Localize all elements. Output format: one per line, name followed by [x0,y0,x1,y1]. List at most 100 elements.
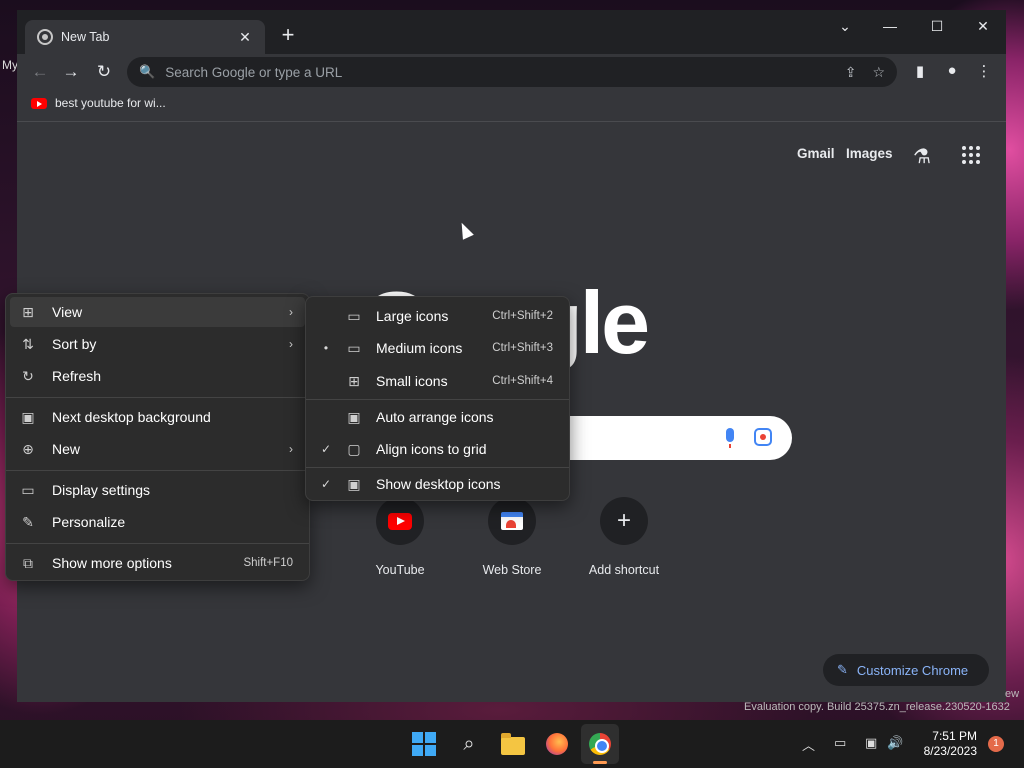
menu-label: Refresh [52,368,102,384]
windows-logo-icon [412,732,436,756]
forward-button[interactable]: → [60,62,82,82]
menu-divider [306,467,569,468]
menu-divider [6,543,309,544]
menu-label: Large icons [376,308,449,324]
microphone-icon[interactable] [726,428,734,448]
chevron-right-icon: › [289,337,293,351]
gmail-link[interactable]: Gmail [797,146,835,161]
device-icon[interactable]: ▣ [865,735,877,751]
customize-label: Customize Chrome [856,662,969,678]
menu-label: New [52,441,81,457]
menu-divider [306,399,569,400]
menu-label: Next desktop background [52,409,211,425]
watermark-fragment: ew [1005,688,1020,700]
toolbar: ← → ↻ 🔍 Search Google or type a URL ⇪ ☆ … [17,54,1006,90]
view-grid-icon: ⊞ [22,303,34,320]
maximize-button[interactable]: ☐ [922,18,952,35]
firefox-button[interactable] [543,730,571,758]
share-icon[interactable]: ⇪ [845,64,857,81]
grid-align-icon: ▢ [347,440,361,457]
omnibox-placeholder: Search Google or type a URL [165,64,343,80]
shortcut-youtube[interactable]: YouTube [350,497,450,577]
menu-item-personalize[interactable]: ✎ Personalize [10,507,305,537]
submenu-item-show-desktop-icons[interactable]: ✓ ▣ Show desktop icons [310,469,565,499]
add-circle-icon: ⊕ [22,440,34,457]
back-button[interactable]: ← [29,62,51,82]
submenu-item-large-icons[interactable]: ▭ Large icons Ctrl+Shift+2 [310,301,565,331]
bookmark-item[interactable]: best youtube for wi... [31,96,166,110]
small-icons-icon: ⊞ [348,372,360,389]
large-icons-icon: ▭ [347,307,361,324]
shortcut-add[interactable]: + Add shortcut [574,497,674,577]
search-icon: 🔍 [139,64,156,79]
sort-icon: ⇅ [22,335,34,352]
desktop-context-menu: ⊞ View › ⇅ Sort by › ↻ Refresh ▣ Next de… [5,293,310,581]
check-icon: ✓ [320,442,332,456]
tab-search-icon[interactable]: ⌄ [830,18,860,35]
desktop-icons-icon: ▣ [347,475,361,492]
menu-item-new[interactable]: ⊕ New › [10,434,305,464]
desktop-label: My [2,58,18,72]
menu-label: Sort by [52,336,97,352]
submenu-item-small-icons[interactable]: ⊞ Small icons Ctrl+Shift+4 [310,366,565,396]
menu-item-show-more-options[interactable]: ⧉ Show more options Shift+F10 [10,548,305,578]
check-icon: ✓ [320,477,332,491]
network-icon[interactable]: ▭ [834,735,846,751]
close-button[interactable]: ✕ [968,18,998,35]
bookmark-star-icon[interactable]: ☆ [872,64,885,81]
menu-item-next-background[interactable]: ▣ Next desktop background [10,402,305,432]
images-link[interactable]: Images [846,146,893,161]
customize-chrome-button[interactable]: ✎ Customize Chrome [823,654,989,686]
menu-item-display-settings[interactable]: ▭ Display settings [10,475,305,505]
chevron-right-icon: › [289,442,293,456]
auto-arrange-icon: ▣ [347,408,361,425]
search-taskbar-icon[interactable]: ⌕ [455,730,483,758]
web-store-icon [501,512,523,530]
menu-label: View [52,304,83,320]
chrome-icon [37,29,53,45]
file-explorer-button[interactable] [499,732,527,760]
more-menu-icon[interactable]: ⋮ [973,62,995,80]
running-indicator [593,761,607,764]
notification-badge[interactable]: 1 [988,736,1004,752]
labs-flask-icon[interactable]: ⚗ [913,144,931,169]
volume-icon[interactable]: 🔊 [887,735,903,751]
menu-item-view[interactable]: ⊞ View › [10,297,305,327]
menu-label: Small icons [376,373,448,389]
shortcut-web-store[interactable]: Web Store [462,497,562,577]
reload-button[interactable]: ↻ [93,62,115,82]
tab-new-tab[interactable]: New Tab ✕ [25,20,265,54]
profile-icon[interactable]: ● [941,62,963,79]
chrome-icon [589,733,611,755]
minimize-button[interactable]: — [875,18,905,34]
submenu-item-auto-arrange[interactable]: ▣ Auto arrange icons [310,402,565,432]
clock-date: 8/23/2023 [923,744,977,758]
menu-item-refresh[interactable]: ↻ Refresh [10,361,305,391]
start-button[interactable] [410,730,438,758]
omnibox[interactable]: 🔍 Search Google or type a URL ⇪ ☆ [127,57,897,87]
tab-strip: New Tab ✕ + ⌄ — ☐ ✕ [17,10,1006,54]
new-tab-button[interactable]: + [277,24,299,46]
youtube-icon [31,97,47,109]
refresh-icon: ↻ [22,367,34,384]
side-panel-icon[interactable]: ▮ [909,62,931,80]
menu-item-sort-by[interactable]: ⇅ Sort by › [10,329,305,359]
chrome-taskbar-button[interactable] [586,730,614,758]
taskbar-clock[interactable]: 7:51 PM 8/23/2023 [917,729,977,759]
show-hidden-icons-chevron-icon[interactable]: ︿ [802,735,815,754]
plus-icon: + [616,507,631,534]
shortcut-text: Ctrl+Shift+2 [492,310,553,322]
evaluation-watermark: Evaluation copy. Build 25375.zn_release.… [744,701,1010,713]
shortcut-text: Shift+F10 [243,557,293,569]
shortcut-text: Ctrl+Shift+4 [492,375,553,387]
google-apps-icon[interactable] [962,146,980,164]
menu-divider [6,470,309,471]
menu-label: Auto arrange icons [376,409,494,425]
submenu-item-align-to-grid[interactable]: ✓ ▢ Align icons to grid [310,434,565,464]
google-lens-icon[interactable] [754,428,772,446]
radio-indicator: • [323,341,329,355]
youtube-icon [388,512,412,530]
shortcut-text: Ctrl+Shift+3 [492,342,553,354]
submenu-item-medium-icons[interactable]: • ▭ Medium icons Ctrl+Shift+3 [310,333,565,363]
tab-close-icon[interactable]: ✕ [237,29,253,46]
